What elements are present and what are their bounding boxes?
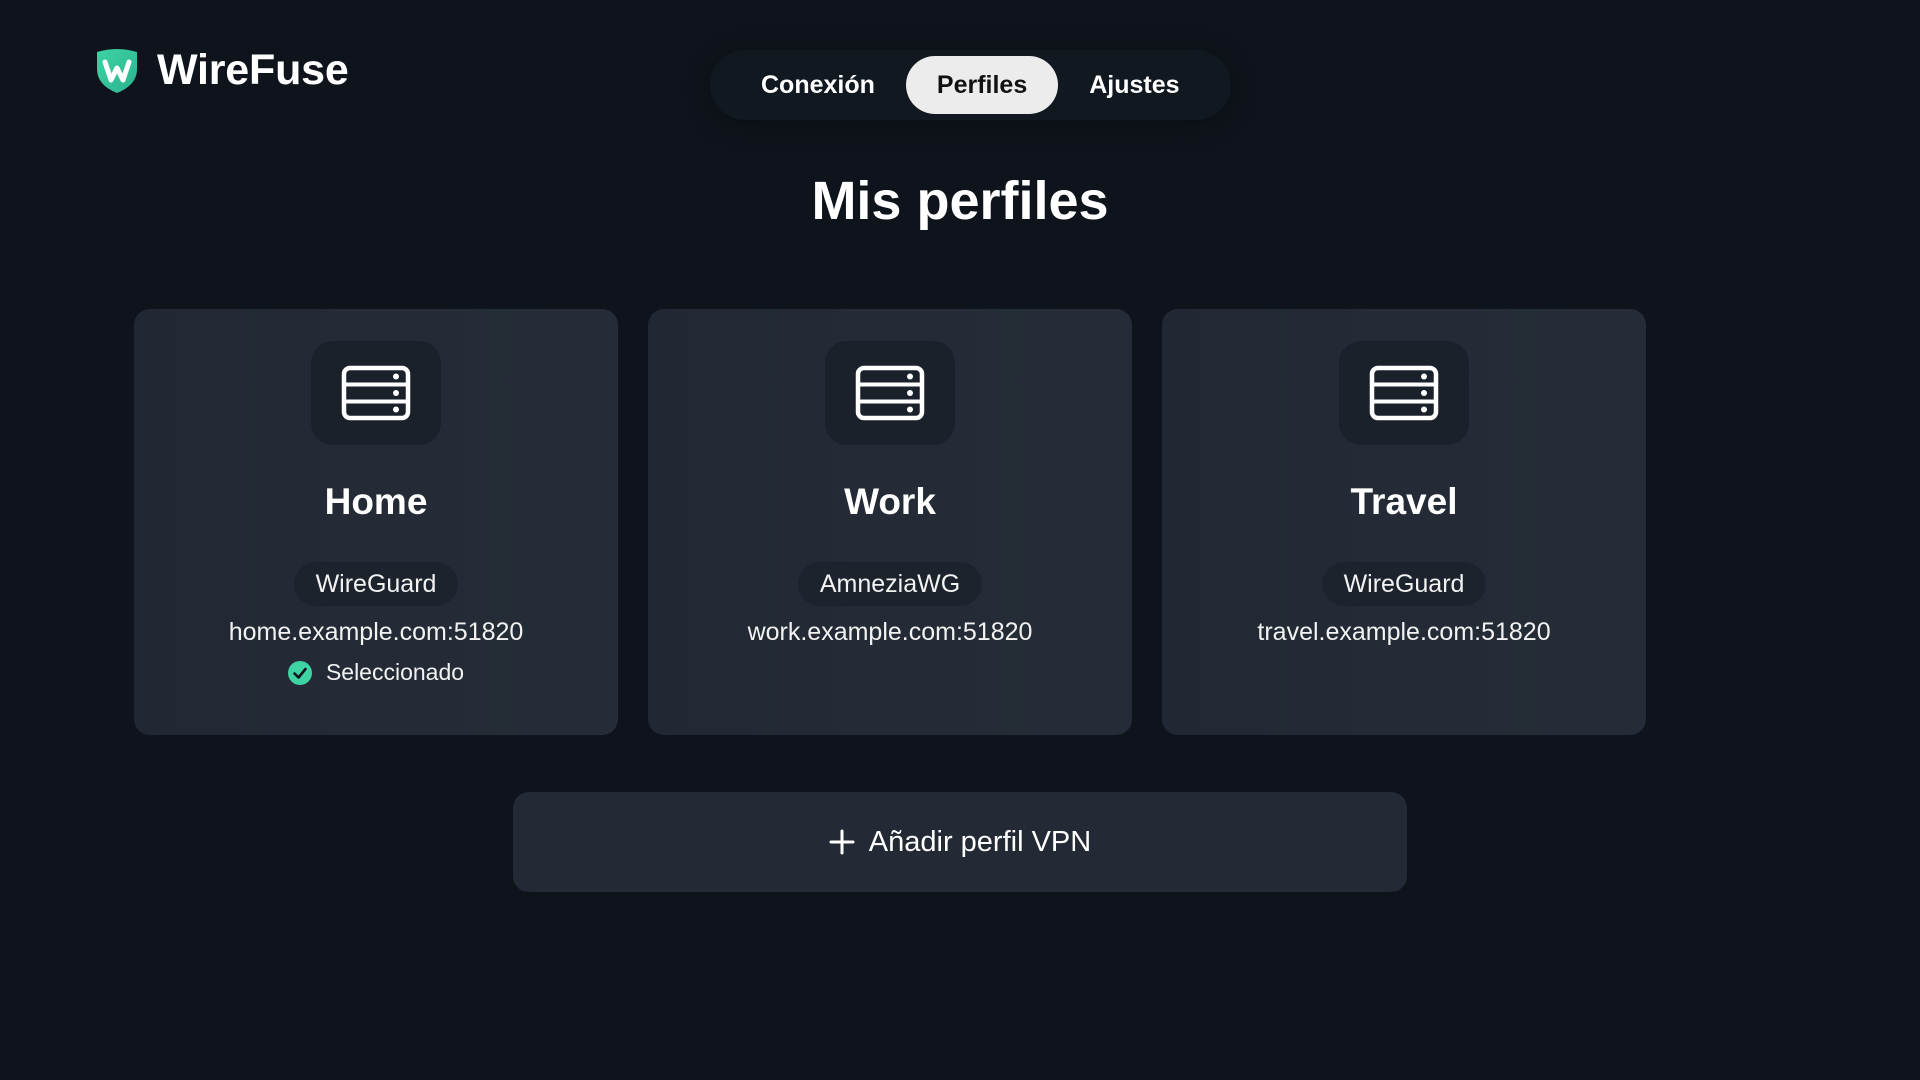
server-icon: [311, 341, 441, 445]
profile-endpoint: home.example.com:51820: [228, 618, 524, 646]
add-vpn-profile-button[interactable]: Añadir perfil VPN: [513, 792, 1407, 892]
selected-label: Seleccionado: [325, 659, 465, 685]
plus-icon: [829, 829, 855, 855]
protocol-badge: WireGuard: [293, 562, 459, 606]
profile-name: Travel: [1350, 481, 1458, 522]
protocol-badge: WireGuard: [1321, 562, 1487, 606]
profile-card-home[interactable]: Home WireGuard home.example.com:51820 Se…: [134, 309, 618, 735]
server-icon: [1339, 341, 1469, 445]
app-window: WireFuse Conexión Perfiles Ajustes Mis p…: [0, 0, 1920, 1080]
profile-card-travel[interactable]: Travel WireGuard travel.example.com:5182…: [1162, 309, 1646, 735]
profile-name: Home: [324, 481, 428, 522]
selected-indicator: Seleccionado: [287, 659, 465, 686]
main-nav: Conexión Perfiles Ajustes: [710, 50, 1231, 120]
tab-ajustes[interactable]: Ajustes: [1058, 56, 1210, 114]
page-title: Mis perfiles: [811, 171, 1109, 231]
profile-name: Work: [844, 481, 936, 522]
app-logo: WireFuse: [93, 46, 349, 95]
shield-w-logo-icon: [97, 48, 137, 93]
profile-card-work[interactable]: Work AmneziaWG work.example.com:51820: [648, 309, 1132, 735]
check-circle-icon: [287, 660, 312, 685]
server-icon: [825, 341, 955, 445]
profile-list: Home WireGuard home.example.com:51820 Se…: [134, 309, 1646, 735]
tab-perfiles[interactable]: Perfiles: [905, 56, 1059, 114]
protocol-badge: AmneziaWG: [797, 562, 983, 606]
tab-conexion[interactable]: Conexión: [730, 56, 906, 114]
profile-endpoint: work.example.com:51820: [747, 618, 1033, 646]
add-vpn-profile-label: Añadir perfil VPN: [868, 825, 1092, 858]
profile-endpoint: travel.example.com:51820: [1257, 618, 1551, 646]
app-name: WireFuse: [157, 46, 349, 94]
